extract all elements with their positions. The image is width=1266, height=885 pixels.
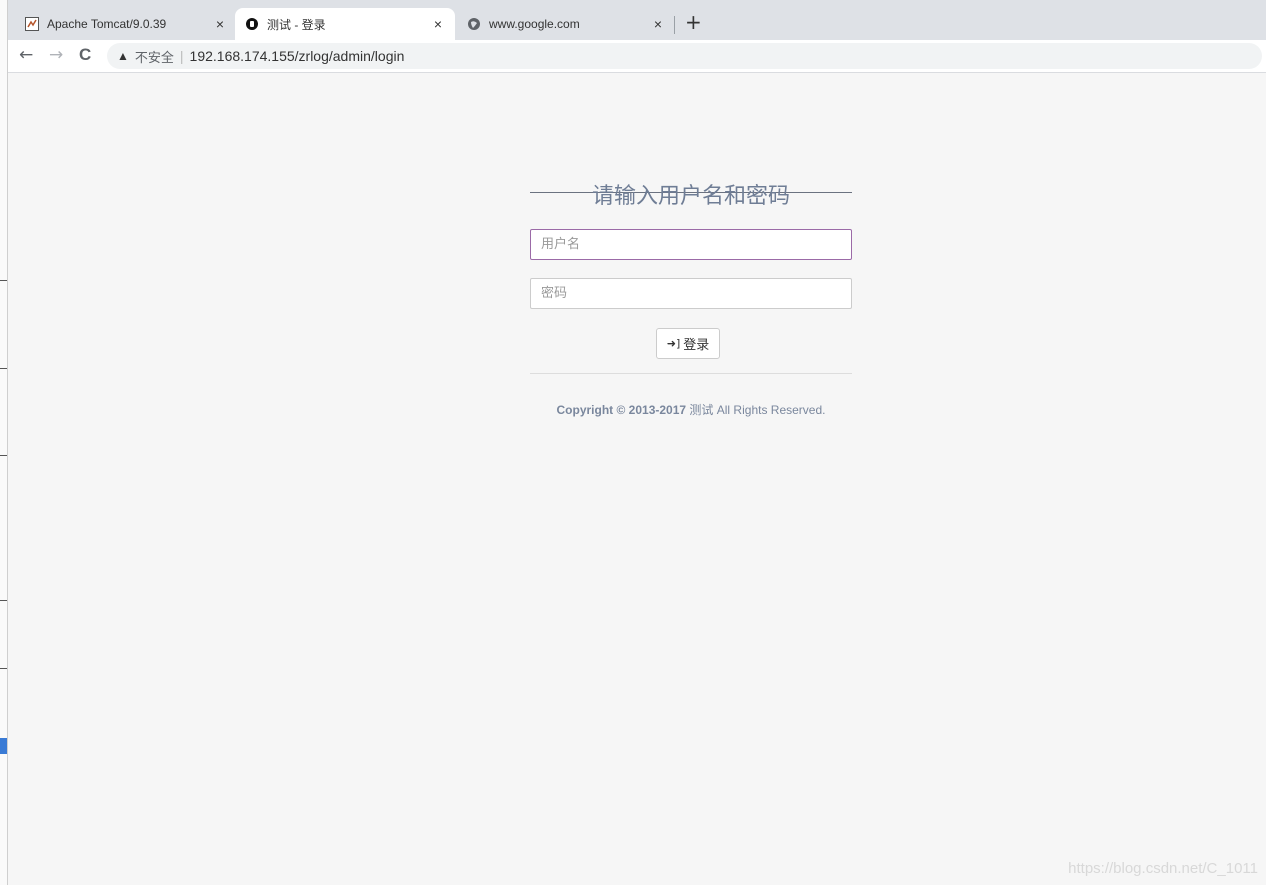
page-content: 请输入用户名和密码 ➜] 登录 Copyright © 2013-2017 测试… bbox=[7, 73, 1266, 885]
password-input[interactable] bbox=[530, 278, 852, 309]
forward-button[interactable]: → bbox=[49, 45, 63, 65]
tab-login[interactable]: 测试 - 登录 × bbox=[235, 8, 455, 40]
login-heading: 请输入用户名和密码 bbox=[530, 178, 852, 210]
globe-icon bbox=[467, 17, 481, 31]
sign-in-icon: ➜] bbox=[666, 337, 681, 350]
copyright-prefix: Copyright © 2013-2017 bbox=[556, 403, 687, 417]
watermark: https://blog.csdn.net/C_1011 bbox=[1068, 860, 1258, 877]
login-button-label: 登录 bbox=[683, 338, 710, 353]
reload-button[interactable]: C bbox=[79, 45, 91, 65]
divider bbox=[530, 373, 852, 374]
tab-separator bbox=[674, 16, 675, 34]
url-text[interactable]: 192.168.174.155/zrlog/admin/login bbox=[190, 48, 405, 64]
browser-chrome: Apache Tomcat/9.0.39 × 测试 - 登录 × www.goo… bbox=[7, 0, 1266, 73]
close-icon[interactable]: × bbox=[213, 16, 227, 32]
login-button[interactable]: ➜] 登录 bbox=[656, 328, 720, 359]
copyright-suffix: All Rights Reserved. bbox=[716, 403, 826, 417]
login-heading-text: 请输入用户名和密码 bbox=[591, 184, 790, 209]
address-toolbar: ← → C ▲ 不安全 | 192.168.174.155/zrlog/admi… bbox=[7, 40, 1266, 73]
new-tab-button[interactable]: + bbox=[685, 10, 702, 34]
tab-title: Apache Tomcat/9.0.39 bbox=[47, 17, 167, 31]
site-icon bbox=[245, 17, 259, 31]
copyright-site: 测试 bbox=[689, 403, 714, 417]
back-button[interactable]: ← bbox=[19, 45, 33, 65]
tomcat-icon bbox=[25, 17, 39, 31]
login-form: 请输入用户名和密码 ➜] 登录 Copyright © 2013-2017 测试… bbox=[530, 178, 852, 417]
background-window-edge bbox=[0, 0, 8, 885]
tab-google[interactable]: www.google.com × bbox=[457, 8, 675, 40]
username-input[interactable] bbox=[530, 229, 852, 260]
close-icon[interactable]: × bbox=[651, 16, 665, 32]
copyright: Copyright © 2013-2017 测试 All Rights Rese… bbox=[530, 401, 852, 418]
warning-icon[interactable]: ▲ bbox=[117, 49, 129, 63]
tab-title: www.google.com bbox=[489, 17, 580, 31]
tab-strip: Apache Tomcat/9.0.39 × 测试 - 登录 × www.goo… bbox=[7, 0, 1266, 40]
omnibox-divider: | bbox=[179, 48, 184, 64]
tab-title: 测试 - 登录 bbox=[267, 17, 326, 32]
tab-tomcat[interactable]: Apache Tomcat/9.0.39 × bbox=[15, 8, 237, 40]
close-icon[interactable]: × bbox=[431, 16, 445, 32]
address-bar[interactable]: ▲ 不安全 | 192.168.174.155/zrlog/admin/logi… bbox=[107, 43, 1262, 69]
insecure-label[interactable]: 不安全 bbox=[135, 47, 174, 66]
